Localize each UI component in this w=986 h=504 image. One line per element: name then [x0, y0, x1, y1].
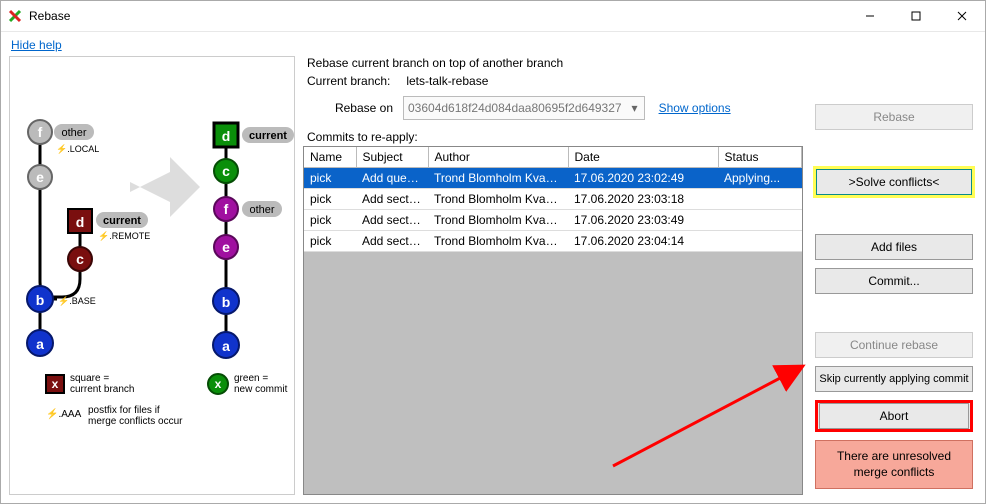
svg-text:square =: square =: [70, 373, 109, 384]
app-icon: [7, 8, 23, 24]
table-row[interactable]: pickAdd quest...Trond Blomholm Kvamme...…: [304, 168, 802, 189]
svg-text:e: e: [222, 239, 230, 255]
svg-text:d: d: [76, 214, 85, 230]
col-status[interactable]: Status: [718, 147, 802, 168]
close-button[interactable]: [939, 1, 985, 31]
description-text: Rebase current branch on top of another …: [307, 56, 803, 70]
svg-text:⚡.REMOTE: ⚡.REMOTE: [98, 230, 150, 242]
commit-button[interactable]: Commit...: [815, 268, 973, 294]
rebase-on-value: 03604d618f24d084daa80695f2d649327: [404, 101, 626, 115]
hide-help-link[interactable]: Hide help: [11, 38, 985, 52]
help-diagram: f other ⚡.LOCAL e d current ⚡.REMOTE c: [9, 56, 295, 495]
current-branch-label: Current branch:: [307, 74, 403, 88]
svg-text:a: a: [222, 338, 230, 354]
svg-text:c: c: [222, 163, 230, 179]
svg-text:⚡.LOCAL: ⚡.LOCAL: [56, 143, 99, 155]
svg-text:new commit: new commit: [234, 384, 288, 395]
svg-text:e: e: [36, 169, 44, 185]
svg-text:green =: green =: [234, 373, 268, 384]
svg-text:c: c: [76, 251, 84, 267]
svg-text:⚡.AAA: ⚡.AAA: [46, 407, 82, 420]
conflict-warning: There are unresolved merge conflicts: [815, 440, 973, 489]
minimize-button[interactable]: [847, 1, 893, 31]
svg-text:postfix for files if: postfix for files if: [88, 405, 160, 416]
titlebar: Rebase: [1, 1, 985, 32]
window-title: Rebase: [29, 9, 70, 23]
svg-text:current: current: [249, 130, 287, 142]
svg-text:b: b: [222, 294, 231, 310]
svg-text:other: other: [61, 127, 86, 139]
col-date[interactable]: Date: [568, 147, 718, 168]
commits-grid[interactable]: Name Subject Author Date Status pickAdd …: [303, 146, 803, 495]
col-subject[interactable]: Subject: [356, 147, 428, 168]
col-name[interactable]: Name: [304, 147, 356, 168]
main-panel: Rebase current branch on top of another …: [303, 56, 803, 495]
svg-text:f: f: [224, 201, 229, 217]
svg-text:merge conflicts occur: merge conflicts occur: [88, 416, 183, 427]
show-options-link[interactable]: Show options: [659, 101, 731, 115]
svg-text:current branch: current branch: [70, 384, 134, 395]
svg-text:a: a: [36, 336, 44, 352]
abort-button[interactable]: Abort: [815, 400, 973, 432]
current-branch-value: lets-talk-rebase: [406, 74, 488, 88]
table-row[interactable]: pickAdd sectio...Trond Blomholm Kvamme..…: [304, 189, 802, 210]
skip-commit-button[interactable]: Skip currently applying commit: [815, 366, 973, 392]
svg-text:f: f: [38, 124, 43, 140]
svg-text:other: other: [249, 204, 274, 216]
maximize-button[interactable]: [893, 1, 939, 31]
table-row[interactable]: pickAdd sectio...Trond Blomholm Kvamme..…: [304, 210, 802, 231]
action-panel: Rebase >Solve conflicts< Add files Commi…: [811, 56, 977, 495]
chevron-down-icon: ▾: [626, 101, 644, 115]
rebase-window: Rebase Hide help: [0, 0, 986, 504]
solve-conflicts-button[interactable]: >Solve conflicts<: [815, 168, 973, 196]
svg-text:x: x: [52, 377, 59, 391]
rebase-button: Rebase: [815, 104, 973, 130]
col-author[interactable]: Author: [428, 147, 568, 168]
svg-text:current: current: [103, 215, 141, 227]
svg-text:b: b: [36, 292, 45, 308]
rebase-on-label: Rebase on: [307, 101, 397, 115]
commits-label: Commits to re-apply:: [307, 130, 803, 144]
svg-text:⚡.BASE: ⚡.BASE: [58, 295, 96, 307]
continue-rebase-button: Continue rebase: [815, 332, 973, 358]
add-files-button[interactable]: Add files: [815, 234, 973, 260]
table-row[interactable]: pickAdd sectio...Trond Blomholm Kvamme..…: [304, 231, 802, 252]
svg-text:d: d: [222, 128, 231, 144]
rebase-on-combo[interactable]: 03604d618f24d084daa80695f2d649327 ▾: [403, 96, 645, 120]
svg-text:x: x: [215, 377, 222, 391]
